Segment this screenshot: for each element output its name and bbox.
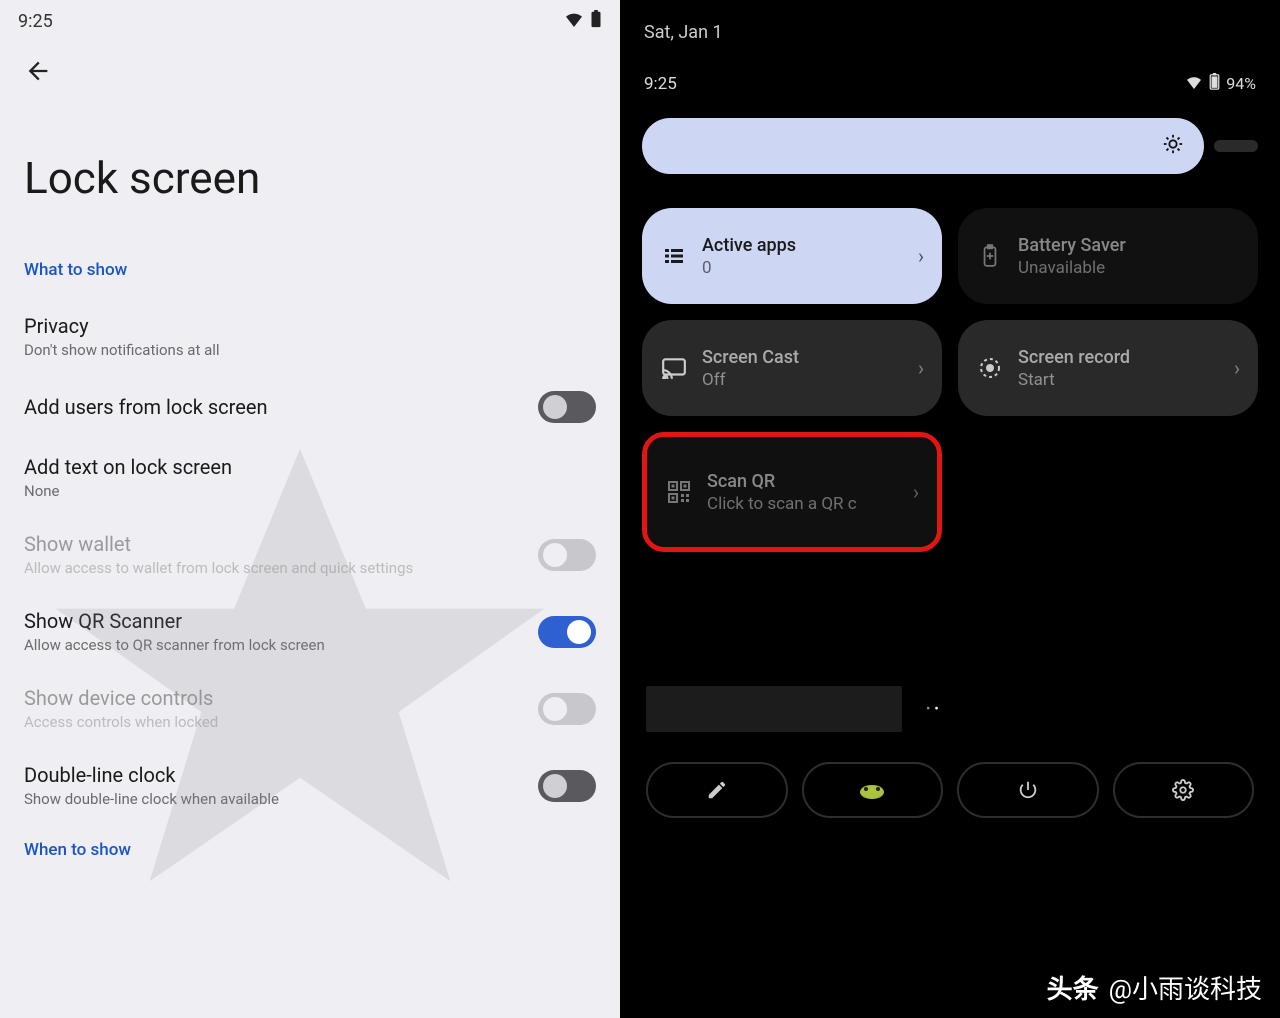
- media-player-placeholder[interactable]: [646, 686, 902, 732]
- source-watermark: 头条 @小雨谈科技: [1047, 969, 1262, 1006]
- power-button[interactable]: [957, 762, 1099, 818]
- chevron-right-icon: ›: [918, 356, 924, 380]
- chevron-right-icon: ›: [913, 480, 919, 504]
- section-what-to-show: What to show: [0, 244, 620, 298]
- record-icon: [976, 356, 1004, 380]
- setting-title: Privacy: [24, 314, 596, 338]
- section-when-to-show: When to show: [0, 824, 620, 878]
- setting-sub: None: [24, 482, 596, 500]
- chevron-right-icon: ›: [1234, 356, 1240, 380]
- status-icons: 94%: [1185, 73, 1256, 94]
- tile-sub: Off: [702, 370, 904, 390]
- wifi-icon: [1185, 74, 1203, 93]
- watermark-author: @小雨谈科技: [1109, 969, 1262, 1006]
- back-button[interactable]: [24, 57, 52, 92]
- media-row: ••: [646, 686, 1254, 732]
- tile-screen-record[interactable]: Screen record Start ›: [958, 320, 1258, 416]
- status-icons: [564, 10, 602, 33]
- setting-sub: Allow access to QR scanner from lock scr…: [24, 636, 518, 654]
- setting-title: Add text on lock screen: [24, 455, 596, 479]
- battery-icon: [590, 10, 602, 33]
- setting-sub: Access controls when locked: [24, 713, 518, 731]
- tile-sub: 0: [702, 258, 904, 278]
- brightness-track-end: [1214, 140, 1258, 152]
- battery-saver-icon: [976, 244, 1004, 268]
- setting-title: Double-line clock: [24, 763, 518, 787]
- settings-button[interactable]: [1113, 762, 1255, 818]
- watermark-brand: 头条: [1047, 969, 1099, 1006]
- qs-tile-grid: Active apps 0 › Battery Saver Unavailabl…: [642, 208, 1258, 552]
- status-time: 9:25: [644, 74, 677, 94]
- page-title: Lock screen: [0, 102, 620, 244]
- tile-sub: Unavailable: [1018, 258, 1240, 278]
- setting-title: Show wallet: [24, 532, 518, 556]
- brightness-slider-row: [642, 118, 1258, 174]
- tile-title: Scan QR: [707, 471, 899, 492]
- page-indicator: ••: [926, 702, 943, 717]
- wifi-icon: [564, 11, 584, 32]
- setting-privacy[interactable]: Privacy Don't show notifications at all: [0, 298, 620, 375]
- tile-scan-qr[interactable]: Scan QR Click to scan a QR c ›: [647, 437, 937, 547]
- setting-double-line-clock[interactable]: Double-line clock Show double-line clock…: [0, 747, 620, 824]
- status-time: 9:25: [18, 11, 53, 32]
- user-avatar-button[interactable]: [802, 762, 944, 818]
- scan-qr-highlight: Scan QR Click to scan a QR c ›: [642, 432, 942, 552]
- setting-sub: Show double-line clock when available: [24, 790, 518, 808]
- tile-screen-cast[interactable]: Screen Cast Off ›: [642, 320, 942, 416]
- setting-title: Show QR Scanner: [24, 609, 518, 633]
- list-icon: [660, 244, 688, 268]
- toggle-add-users[interactable]: [538, 391, 596, 423]
- battery-percent: 94%: [1226, 74, 1256, 93]
- qs-footer-buttons: [646, 762, 1254, 818]
- settings-panel: 9:25 Lock screen What to show Privacy Do…: [0, 0, 620, 1018]
- edit-tiles-button[interactable]: [646, 762, 788, 818]
- status-date: Sat, Jan 1: [638, 14, 1262, 73]
- status-bar: 9:25 94%: [638, 73, 1262, 118]
- tile-battery-saver[interactable]: Battery Saver Unavailable: [958, 208, 1258, 304]
- setting-sub: Allow access to wallet from lock screen …: [24, 559, 518, 577]
- brightness-icon: [1162, 133, 1184, 159]
- quick-settings-panel: Sat, Jan 1 9:25 94%: [620, 0, 1280, 1018]
- toggle-show-qr-scanner[interactable]: [538, 616, 596, 648]
- setting-add-users[interactable]: Add users from lock screen: [0, 375, 620, 439]
- setting-show-device-controls: Show device controls Access controls whe…: [0, 670, 620, 747]
- status-bar: 9:25: [0, 0, 620, 37]
- setting-sub: Don't show notifications at all: [24, 341, 596, 359]
- chevron-right-icon: ›: [918, 244, 924, 268]
- toggle-show-wallet: [538, 539, 596, 571]
- qr-icon: [665, 480, 693, 504]
- setting-add-text[interactable]: Add text on lock screen None: [0, 439, 620, 516]
- setting-title: Add users from lock screen: [24, 395, 518, 419]
- toggle-show-device-controls: [538, 693, 596, 725]
- tile-title: Screen Cast: [702, 347, 904, 368]
- tile-title: Active apps: [702, 235, 904, 256]
- cast-icon: [660, 357, 688, 379]
- tile-sub: Start: [1018, 370, 1220, 390]
- tile-sub: Click to scan a QR c: [707, 494, 899, 514]
- setting-show-qr-scanner[interactable]: Show QR Scanner Allow access to QR scann…: [0, 593, 620, 670]
- tile-active-apps[interactable]: Active apps 0 ›: [642, 208, 942, 304]
- toggle-double-line-clock[interactable]: [538, 770, 596, 802]
- setting-title: Show device controls: [24, 686, 518, 710]
- tile-title: Battery Saver: [1018, 235, 1240, 256]
- brightness-slider[interactable]: [642, 118, 1204, 174]
- tile-title: Screen record: [1018, 347, 1220, 368]
- setting-show-wallet: Show wallet Allow access to wallet from …: [0, 516, 620, 593]
- battery-icon: [1209, 73, 1220, 94]
